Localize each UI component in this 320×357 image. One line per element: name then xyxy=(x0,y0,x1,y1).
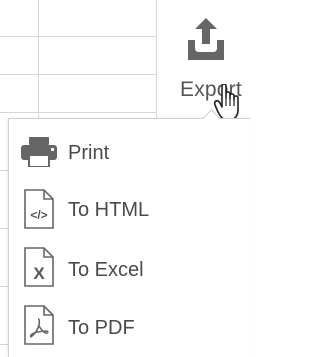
grid-row-line xyxy=(0,112,157,113)
grid-row-line xyxy=(0,74,157,75)
export-dropdown-menu: Print </> To HTML X To Excel To PDF xyxy=(8,109,250,357)
svg-text:</>: </> xyxy=(30,208,47,222)
grid-row-line xyxy=(0,286,8,287)
menu-item-to-excel[interactable]: X To Excel xyxy=(9,241,249,297)
menu-item-label: To Excel xyxy=(68,259,144,281)
grid-row-line xyxy=(0,36,157,37)
grid-column-line xyxy=(38,0,39,118)
export-icon xyxy=(186,16,226,60)
menu-item-label: Print xyxy=(68,142,110,164)
menu-item-label: To HTML xyxy=(68,199,150,221)
printer-icon xyxy=(21,137,57,172)
pdf-file-icon xyxy=(24,305,54,350)
grid-row-line xyxy=(0,228,8,229)
excel-file-icon: X xyxy=(24,247,54,292)
svg-text:X: X xyxy=(33,264,45,283)
grid-row-line xyxy=(0,344,8,345)
menu-item-print[interactable]: Print xyxy=(9,125,249,181)
grid-row-line xyxy=(0,170,8,171)
menu-item-to-pdf[interactable]: To PDF xyxy=(9,299,249,355)
menu-item-to-html[interactable]: </> To HTML xyxy=(9,183,249,239)
html-file-icon: </> xyxy=(24,189,54,234)
menu-item-label: To PDF xyxy=(68,317,135,339)
grid-column-line xyxy=(156,0,157,118)
